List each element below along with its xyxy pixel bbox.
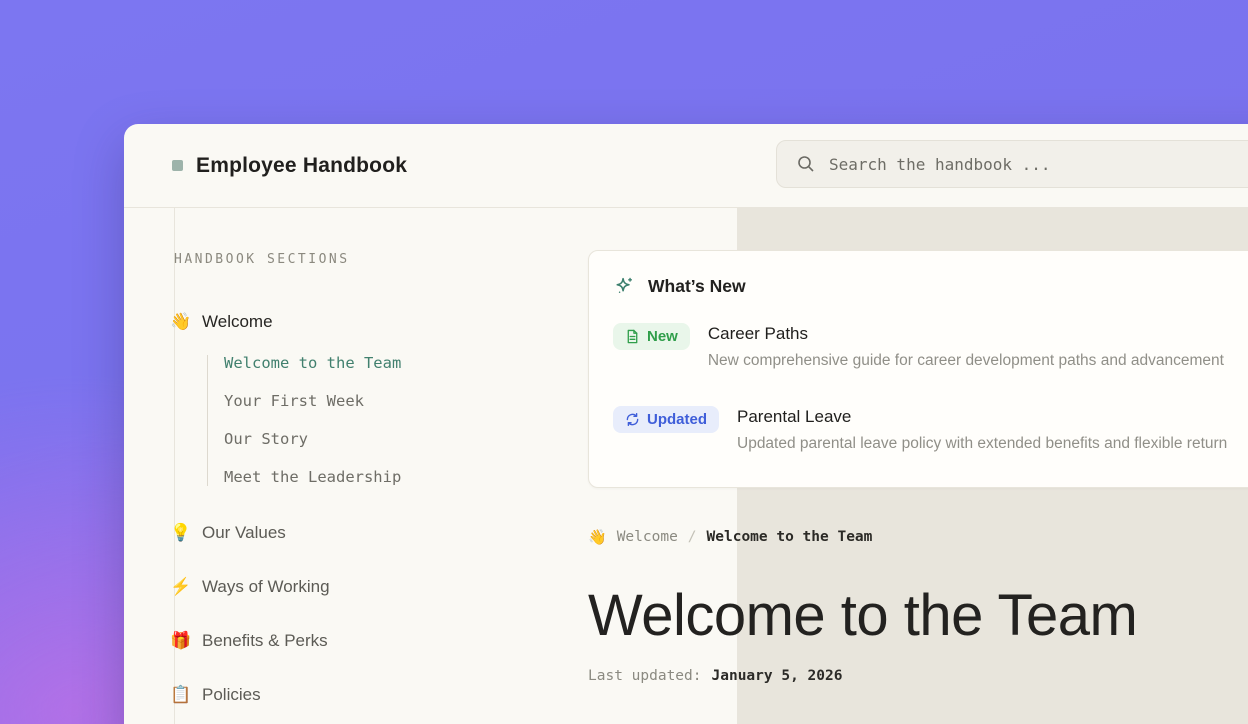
search-placeholder: Search the handbook ... (829, 155, 1051, 174)
gift-icon: 🎁 (170, 631, 190, 651)
page-title: Welcome to the Team (588, 584, 1248, 648)
sidebar-item-our-values[interactable]: 💡 Our Values (174, 522, 544, 544)
breadcrumb-separator: / (688, 529, 697, 545)
sparkles-icon (613, 275, 635, 297)
sidebar-item-label: Ways of Working (202, 577, 330, 597)
sidebar-item-label: Welcome (202, 312, 273, 332)
whats-new-item-text: Career Paths New comprehensive guide for… (708, 323, 1224, 372)
document-icon (625, 329, 640, 344)
last-updated: Last updated: January 5, 2026 (588, 668, 1248, 686)
breadcrumb-section[interactable]: Welcome (617, 529, 678, 545)
whats-new-item-parental-leave[interactable]: Updated Parental Leave Updated parental … (613, 406, 1248, 455)
sidebar-subitem-meet-the-leadership[interactable]: Meet the Leadership (224, 469, 544, 486)
sidebar-subitem-welcome-to-the-team[interactable]: Welcome to the Team (224, 355, 544, 372)
badge-label: Updated (647, 411, 707, 428)
sidebar-section-label: HANDBOOK SECTIONS (174, 252, 544, 268)
whats-new-item-title: Career Paths (708, 323, 1224, 345)
whats-new-item-title: Parental Leave (737, 406, 1227, 428)
whats-new-item-text: Parental Leave Updated parental leave po… (737, 406, 1227, 455)
new-badge: New (613, 323, 690, 350)
whats-new-item-description: Updated parental leave policy with exten… (737, 433, 1227, 455)
clipboard-icon: 📋 (170, 685, 190, 705)
last-updated-value: January 5, 2026 (712, 668, 843, 686)
search-icon (797, 155, 815, 173)
breadcrumb: 👋 Welcome / Welcome to the Team (588, 528, 1248, 546)
sidebar-item-label: Policies (202, 685, 261, 705)
sidebar-item-benefits-perks[interactable]: 🎁 Benefits & Perks (174, 630, 544, 652)
wave-icon: 👋 (170, 312, 190, 332)
last-updated-label: Last updated: (588, 668, 702, 686)
app-window: Employee Handbook Search the handbook ..… (124, 124, 1248, 724)
sidebar-item-welcome[interactable]: 👋 Welcome (174, 311, 544, 333)
whats-new-card: What’s New New Career Paths New comprehe… (588, 250, 1248, 488)
sidebar-subsection-welcome: Welcome to the Team Your First Week Our … (207, 355, 544, 486)
breadcrumb-current-page: Welcome to the Team (707, 529, 873, 545)
sidebar-item-policies[interactable]: 📋 Policies (174, 684, 544, 706)
main-content: What’s New New Career Paths New comprehe… (588, 208, 1248, 686)
whats-new-item-description: New comprehensive guide for career devel… (708, 350, 1224, 372)
lightbulb-icon: 💡 (170, 523, 190, 543)
updated-badge: Updated (613, 406, 719, 433)
sidebar-item-ways-of-working[interactable]: ⚡ Ways of Working (174, 576, 544, 598)
whats-new-item-career-paths[interactable]: New Career Paths New comprehensive guide… (613, 323, 1248, 372)
lightning-icon: ⚡ (170, 577, 190, 597)
badge-label: New (647, 328, 678, 345)
sidebar-subitem-our-story[interactable]: Our Story (224, 431, 544, 448)
app-logo-icon (172, 160, 183, 171)
whats-new-title: What’s New (648, 275, 746, 297)
sidebar-item-label: Benefits & Perks (202, 631, 328, 651)
app-header: Employee Handbook Search the handbook ..… (124, 124, 1248, 208)
sidebar-subitem-your-first-week[interactable]: Your First Week (224, 393, 544, 410)
sidebar-nav: 👋 Welcome Welcome to the Team Your First… (174, 311, 544, 706)
app-title: Employee Handbook (196, 154, 407, 178)
sidebar-item-label: Our Values (202, 523, 286, 543)
wave-icon: 👋 (588, 528, 607, 546)
whats-new-header: What’s New (613, 275, 1248, 297)
sidebar-sections: 💡 Our Values ⚡ Ways of Working 🎁 Benefit… (174, 522, 544, 706)
search-input[interactable]: Search the handbook ... (776, 140, 1248, 188)
sidebar: HANDBOOK SECTIONS 👋 Welcome Welcome to t… (174, 208, 544, 706)
refresh-icon (625, 412, 640, 427)
